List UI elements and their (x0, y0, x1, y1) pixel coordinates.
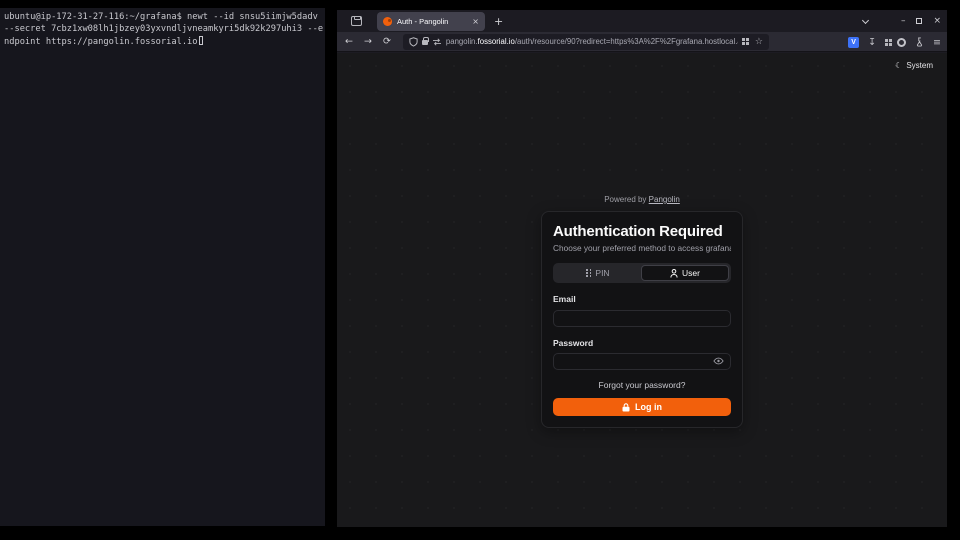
tracking-shield-icon[interactable] (409, 37, 418, 47)
pangolin-link[interactable]: Pangolin (649, 195, 680, 204)
login-lock-icon (622, 403, 630, 412)
login-button[interactable]: Log in (553, 398, 731, 416)
terminal-window[interactable]: ubuntu@ip-172-31-27-116:~/grafana$ newt … (0, 8, 325, 526)
tab-close-icon[interactable]: × (472, 17, 479, 26)
tab-pin-label: PIN (595, 268, 609, 278)
tab-bar: Auth - Pangolin × + – × (337, 10, 947, 32)
browser-tab-auth-pangolin[interactable]: Auth - Pangolin × (377, 12, 485, 31)
maximize-button[interactable] (916, 18, 922, 24)
terminal-line: --secret 7cbz1xw08lh1jbzey03yxvndljvneam… (4, 23, 321, 35)
terminal-output: ubuntu@ip-172-31-27-116:~/grafana$ newt … (0, 8, 325, 51)
new-tab-button[interactable]: + (494, 15, 503, 28)
password-field[interactable] (553, 353, 731, 370)
powered-by: Powered by Pangolin (541, 195, 743, 204)
containers-grid-icon[interactable] (742, 38, 745, 41)
browser-toolbar: ← → ⟳ pangolin.fossorial.io/auth/resourc… (337, 32, 947, 52)
bookmark-star-icon[interactable]: ☆ (755, 37, 763, 47)
pangolin-favicon-icon (383, 17, 392, 26)
keypad-icon (586, 269, 591, 277)
tab-user[interactable]: User (641, 265, 729, 281)
reload-button[interactable]: ⟳ (383, 36, 391, 47)
terminal-cursor (199, 36, 204, 45)
download-icon[interactable]: ↧ (868, 37, 876, 48)
minimize-button[interactable]: – (901, 16, 906, 26)
window-controls: – × (863, 10, 941, 32)
adblock-circle-icon[interactable] (897, 38, 906, 47)
moon-icon: ☾ (895, 61, 902, 70)
tab-pin[interactable]: PIN (555, 265, 641, 281)
url-text: pangolin.fossorial.io/auth/resource/90?r… (446, 37, 738, 46)
card-title: Authentication Required (553, 223, 731, 240)
tab-list-chevron-icon[interactable] (862, 16, 869, 23)
menu-icon[interactable]: ≡ (933, 37, 941, 48)
extension-icons: V ↧ ≡ (848, 32, 941, 52)
tab-user-label: User (682, 268, 700, 278)
back-button[interactable]: ← (345, 36, 353, 47)
show-password-eye-icon[interactable] (713, 357, 724, 365)
card-subtitle: Choose your preferred method to access g… (553, 243, 731, 253)
terminal-line: ubuntu@ip-172-31-27-116:~/grafana$ newt … (4, 11, 321, 23)
url-bar[interactable]: pangolin.fossorial.io/auth/resource/90?r… (403, 34, 769, 50)
person-icon (670, 269, 678, 278)
theme-toggle-label: System (906, 61, 933, 70)
email-label: Email (553, 294, 731, 304)
browser-window: Auth - Pangolin × + – × ← → ⟳ pangolin.f… (337, 10, 947, 527)
password-label: Password (553, 338, 731, 348)
firefox-view-icon[interactable] (351, 16, 362, 26)
auth-panel: Powered by Pangolin Authentication Requi… (541, 195, 743, 428)
theme-toggle[interactable]: ☾ System (895, 61, 933, 70)
page-content: ☾ System Powered by Pangolin Authenticat… (337, 53, 947, 527)
extension-grid-icon[interactable] (885, 39, 888, 42)
tab-title: Auth - Pangolin (397, 17, 467, 26)
forgot-password-link[interactable]: Forgot your password? (553, 380, 731, 390)
method-tabs: PIN User (553, 263, 731, 283)
terminal-line: ndpoint https://pangolin.fossorial.io (4, 36, 321, 48)
forward-button[interactable]: → (364, 36, 372, 47)
email-field[interactable] (553, 310, 731, 327)
lock-icon[interactable] (422, 40, 428, 45)
vimium-extension-icon[interactable]: V (848, 37, 859, 48)
auth-card: Authentication Required Choose your pref… (541, 211, 743, 428)
flask-icon[interactable] (915, 37, 924, 47)
login-button-label: Log in (635, 402, 662, 412)
close-window-button[interactable]: × (933, 16, 941, 26)
switch-arrows-icon[interactable] (432, 38, 442, 46)
